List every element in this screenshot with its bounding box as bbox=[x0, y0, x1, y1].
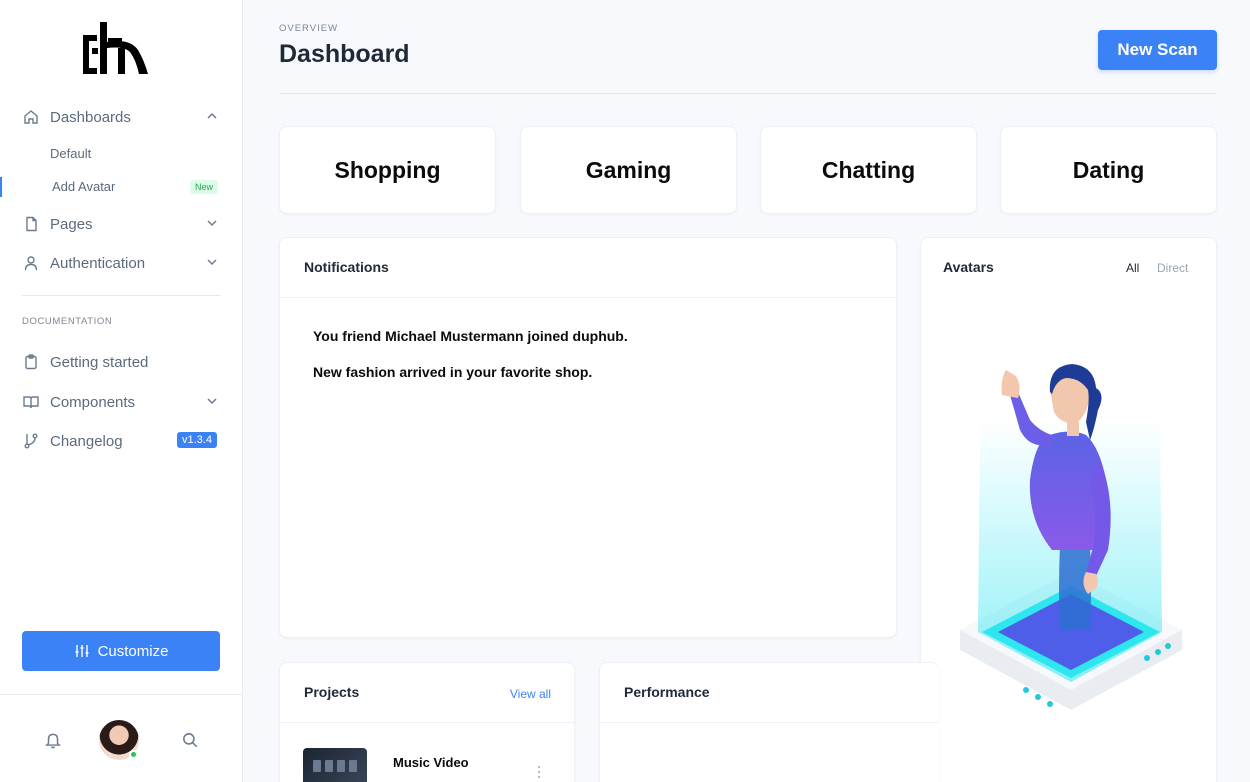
sidebar: Dashboards Default Add Avatar New Pages … bbox=[0, 0, 243, 782]
nav-pages[interactable]: Pages bbox=[22, 212, 220, 236]
category-card-dating[interactable]: Dating bbox=[1000, 126, 1217, 214]
projects-card: Projects View all Music Video bbox=[279, 662, 575, 782]
category-card-shopping[interactable]: Shopping bbox=[279, 126, 496, 214]
chevron-up-icon bbox=[207, 112, 217, 119]
chevron-down-icon bbox=[207, 259, 217, 266]
sidebar-footer bbox=[0, 694, 243, 782]
notifications-header: Notifications bbox=[280, 238, 896, 298]
nav-dashboards[interactable]: Dashboards bbox=[22, 105, 220, 129]
nav-changelog-label: Changelog bbox=[50, 432, 123, 450]
book-open-icon bbox=[22, 393, 40, 411]
file-icon bbox=[22, 215, 40, 233]
nav-dashboards-label: Dashboards bbox=[50, 108, 131, 126]
sidebar-divider bbox=[22, 295, 220, 296]
chevron-down-icon bbox=[207, 220, 217, 227]
performance-title: Performance bbox=[624, 684, 710, 700]
page-overline: OVERVIEW bbox=[279, 23, 339, 34]
home-icon bbox=[22, 108, 40, 126]
nav-getting-started[interactable]: Getting started bbox=[22, 350, 220, 374]
customize-button[interactable]: Customize bbox=[22, 631, 220, 671]
projects-title: Projects bbox=[304, 684, 360, 700]
documentation-heading: DOCUMENTATION bbox=[22, 316, 113, 327]
performance-card: Performance bbox=[599, 662, 939, 782]
category-card-chatting[interactable]: Chatting bbox=[760, 126, 977, 214]
notification-item[interactable]: You friend Michael Mustermann joined dup… bbox=[313, 328, 628, 344]
tab-direct[interactable]: Direct bbox=[1157, 261, 1188, 275]
page-title: Dashboard bbox=[279, 40, 410, 68]
header-divider bbox=[279, 93, 1217, 94]
nav-components[interactable]: Components bbox=[22, 390, 220, 414]
category-card-gaming[interactable]: Gaming bbox=[520, 126, 737, 214]
bell-icon[interactable] bbox=[44, 731, 62, 749]
sliders-icon bbox=[75, 645, 89, 657]
online-status-dot bbox=[129, 750, 138, 759]
avatar-hologram-illustration bbox=[960, 364, 1182, 710]
nav-pages-label: Pages bbox=[50, 215, 93, 233]
notifications-title: Notifications bbox=[304, 259, 389, 275]
user-icon bbox=[22, 254, 40, 272]
git-branch-icon bbox=[22, 432, 40, 450]
nav-getting-started-label: Getting started bbox=[50, 353, 149, 371]
nav-authentication[interactable]: Authentication bbox=[22, 251, 220, 275]
project-name[interactable]: Music Video bbox=[393, 755, 469, 770]
customize-label: Customize bbox=[97, 642, 169, 660]
chevron-down-icon bbox=[207, 398, 217, 405]
tab-all[interactable]: All bbox=[1126, 261, 1139, 275]
search-icon[interactable] bbox=[181, 731, 199, 749]
new-scan-button[interactable]: New Scan bbox=[1098, 30, 1217, 70]
user-avatar[interactable] bbox=[99, 720, 139, 760]
version-badge: v1.3.4 bbox=[177, 432, 217, 448]
active-indicator bbox=[0, 177, 2, 197]
projects-header: Projects View all bbox=[280, 663, 574, 723]
notification-item[interactable]: New fashion arrived in your favorite sho… bbox=[313, 364, 592, 380]
brand-logo[interactable] bbox=[80, 18, 152, 78]
nav-components-label: Components bbox=[50, 393, 136, 411]
nav-authentication-label: Authentication bbox=[50, 254, 146, 272]
project-thumbnail[interactable] bbox=[303, 748, 367, 782]
view-all-link[interactable]: View all bbox=[510, 687, 551, 701]
nav-add-avatar[interactable]: Add Avatar bbox=[52, 179, 115, 194]
nav-default[interactable]: Default bbox=[50, 146, 91, 161]
clipboard-icon bbox=[22, 353, 40, 371]
notifications-card: Notifications You friend Michael Musterm… bbox=[279, 237, 897, 638]
performance-header: Performance bbox=[600, 663, 939, 723]
new-badge: New bbox=[190, 180, 219, 194]
more-vertical-icon[interactable] bbox=[537, 765, 541, 779]
avatars-title: Avatars bbox=[943, 259, 994, 275]
